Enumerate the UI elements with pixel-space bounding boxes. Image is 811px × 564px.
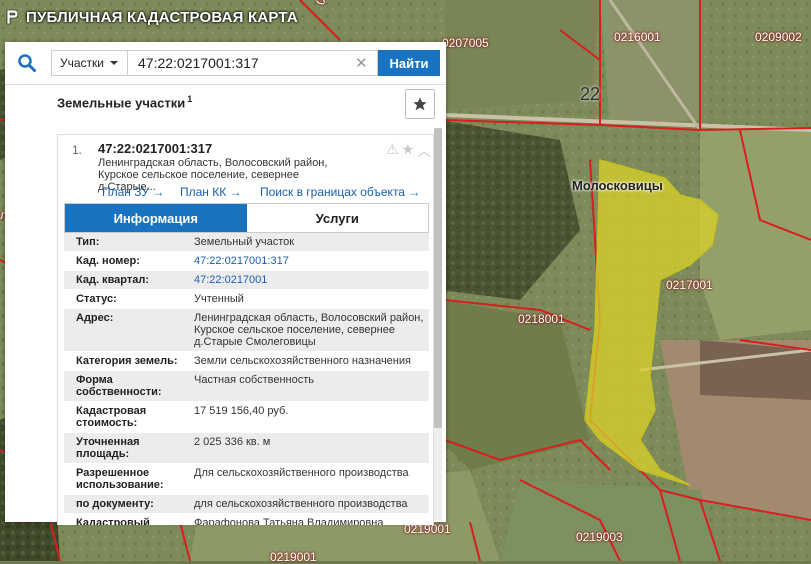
attr-value: Учтенный <box>194 293 244 305</box>
table-row: Категория земель: Земли сельскохозяйствен… <box>64 352 429 371</box>
attr-key: Статус: <box>76 293 117 305</box>
card-address-line: Ленинградская область, Волосовский район… <box>98 157 328 169</box>
star-icon <box>413 97 427 111</box>
card-actions: ⚠ ★ ︿ <box>386 141 431 161</box>
table-row: Кадастровая стоимость: 17 519 156,40 руб. <box>64 402 429 433</box>
parcel-card: 1. 47:22:0217001:317 Ленинградская облас… <box>57 134 434 525</box>
attr-value: Земли сельскохозяйственного назначения <box>194 355 411 367</box>
map-label-quarter: 0207005 <box>442 36 489 50</box>
attr-value: Для сельскохозяйственного производства <box>194 467 409 479</box>
attr-key: Кадастровая стоимость: <box>76 405 147 429</box>
card-tabs: Информация Услуги <box>64 203 429 233</box>
table-row: Тип: Земельный участок <box>64 233 429 252</box>
map-label-quarter: 0218001 <box>518 312 565 326</box>
object-type-label: Участки <box>60 56 104 70</box>
tab-services[interactable]: Услуги <box>246 204 428 232</box>
attr-key: Разрешенное использование: <box>76 467 164 491</box>
map-label-quarter: 0216001 <box>614 30 661 44</box>
table-row: Форма собственности: Частная собственност… <box>64 371 429 402</box>
plan-kk-link[interactable]: План КК → <box>180 185 242 200</box>
attr-key: Форма собственности: <box>76 374 162 398</box>
object-type-select[interactable]: Участки <box>51 50 127 76</box>
card-cad-number[interactable]: 47:22:0217001:317 <box>98 141 212 156</box>
table-row: Кадастровый Фарафонова Татьяна Владимиров… <box>64 514 429 525</box>
search-icon[interactable] <box>13 50 41 76</box>
table-row: Кад. квартал: 47:22:0217001 <box>64 271 429 290</box>
cad-number-link[interactable]: 47:22:0217001:317 <box>184 255 424 267</box>
map-label-zone: 22 <box>580 84 601 104</box>
search-input[interactable] <box>127 50 378 76</box>
app-title-text: ПУБЛИЧНАЯ КАДАСТРОВАЯ КАРТА <box>26 8 298 26</box>
table-row: Статус: Учтенный <box>64 290 429 309</box>
plan-zu-link[interactable]: План ЗУ → <box>102 185 164 200</box>
cad-quarter-link[interactable]: 47:22:0217001 <box>184 274 424 286</box>
results-scrollbar[interactable] <box>434 128 442 520</box>
find-button[interactable]: Найти <box>378 50 440 76</box>
attr-value: 2 025 336 кв. м <box>194 436 271 448</box>
search-bar: Участки ✕ Найти <box>5 42 446 85</box>
attr-key: Тип: <box>76 236 100 248</box>
star-icon[interactable]: ★ <box>402 141 415 161</box>
scrollbar-thumb[interactable] <box>434 128 442 428</box>
warning-icon[interactable]: ⚠ <box>386 141 399 161</box>
attribute-table: Тип: Земельный участок Кад. номер: 47:22:0… <box>64 233 429 525</box>
search-panel: Участки ✕ Найти Земельные участки1 1. 47… <box>5 42 446 525</box>
table-row: по документу: для сельскохозяйственного п… <box>64 495 429 514</box>
table-row: Адрес: Ленинградская область, Волосовский… <box>64 309 429 352</box>
chevron-down-icon <box>110 61 118 65</box>
attr-value: Частная собственность <box>194 374 315 386</box>
search-in-bounds-link[interactable]: Поиск в границах объекта → <box>260 185 420 200</box>
attr-key: Категория земель: <box>76 355 178 367</box>
clear-icon[interactable]: ✕ <box>355 54 368 72</box>
attr-value: Земельный участок <box>194 236 295 248</box>
table-row: Кад. номер: 47:22:0217001:317 <box>64 252 429 271</box>
attr-key: Адрес: <box>76 312 114 324</box>
attr-key: по документу: <box>76 498 154 510</box>
map-label-quarter: 0209002 <box>755 30 802 44</box>
results-title: Земельные участки 1 <box>57 94 192 110</box>
map-label-quarter: 0219003 <box>576 530 623 544</box>
attr-key: Кад. номер: <box>76 255 140 267</box>
attr-value: для сельскохозяйственного производства <box>194 498 408 510</box>
results-count: 1 <box>187 94 193 104</box>
attr-key: Кадастровый <box>76 517 150 525</box>
attr-value: Ленинградская область, Волосовский район… <box>194 312 424 348</box>
chevron-up-icon[interactable]: ︿ <box>417 141 431 161</box>
results-title-text: Земельные участки <box>57 95 186 111</box>
card-index: 1. <box>72 143 83 157</box>
attr-value: 17 519 156,40 руб. <box>194 405 289 417</box>
favorite-button[interactable] <box>405 89 435 119</box>
map-label-town: Молосковицы <box>572 178 663 193</box>
table-row: Разрешенное использование: Для сельскохоз… <box>64 464 429 495</box>
app-title: ПУБЛИЧНАЯ КАДАСТРОВАЯ КАРТА <box>4 8 298 26</box>
tab-info[interactable]: Информация <box>65 204 247 232</box>
table-row: Уточненная площадь: 2 025 336 кв. м <box>64 433 429 464</box>
map-label-quarter: 0217001 <box>666 278 713 292</box>
attr-key: Уточненная площадь: <box>76 436 140 460</box>
attr-key: Кад. квартал: <box>76 274 150 286</box>
attr-value: Фарафонова Татьяна Владимировна <box>194 517 384 525</box>
logo-icon <box>4 8 20 26</box>
map-label-quarter: 0219001 <box>270 550 317 564</box>
